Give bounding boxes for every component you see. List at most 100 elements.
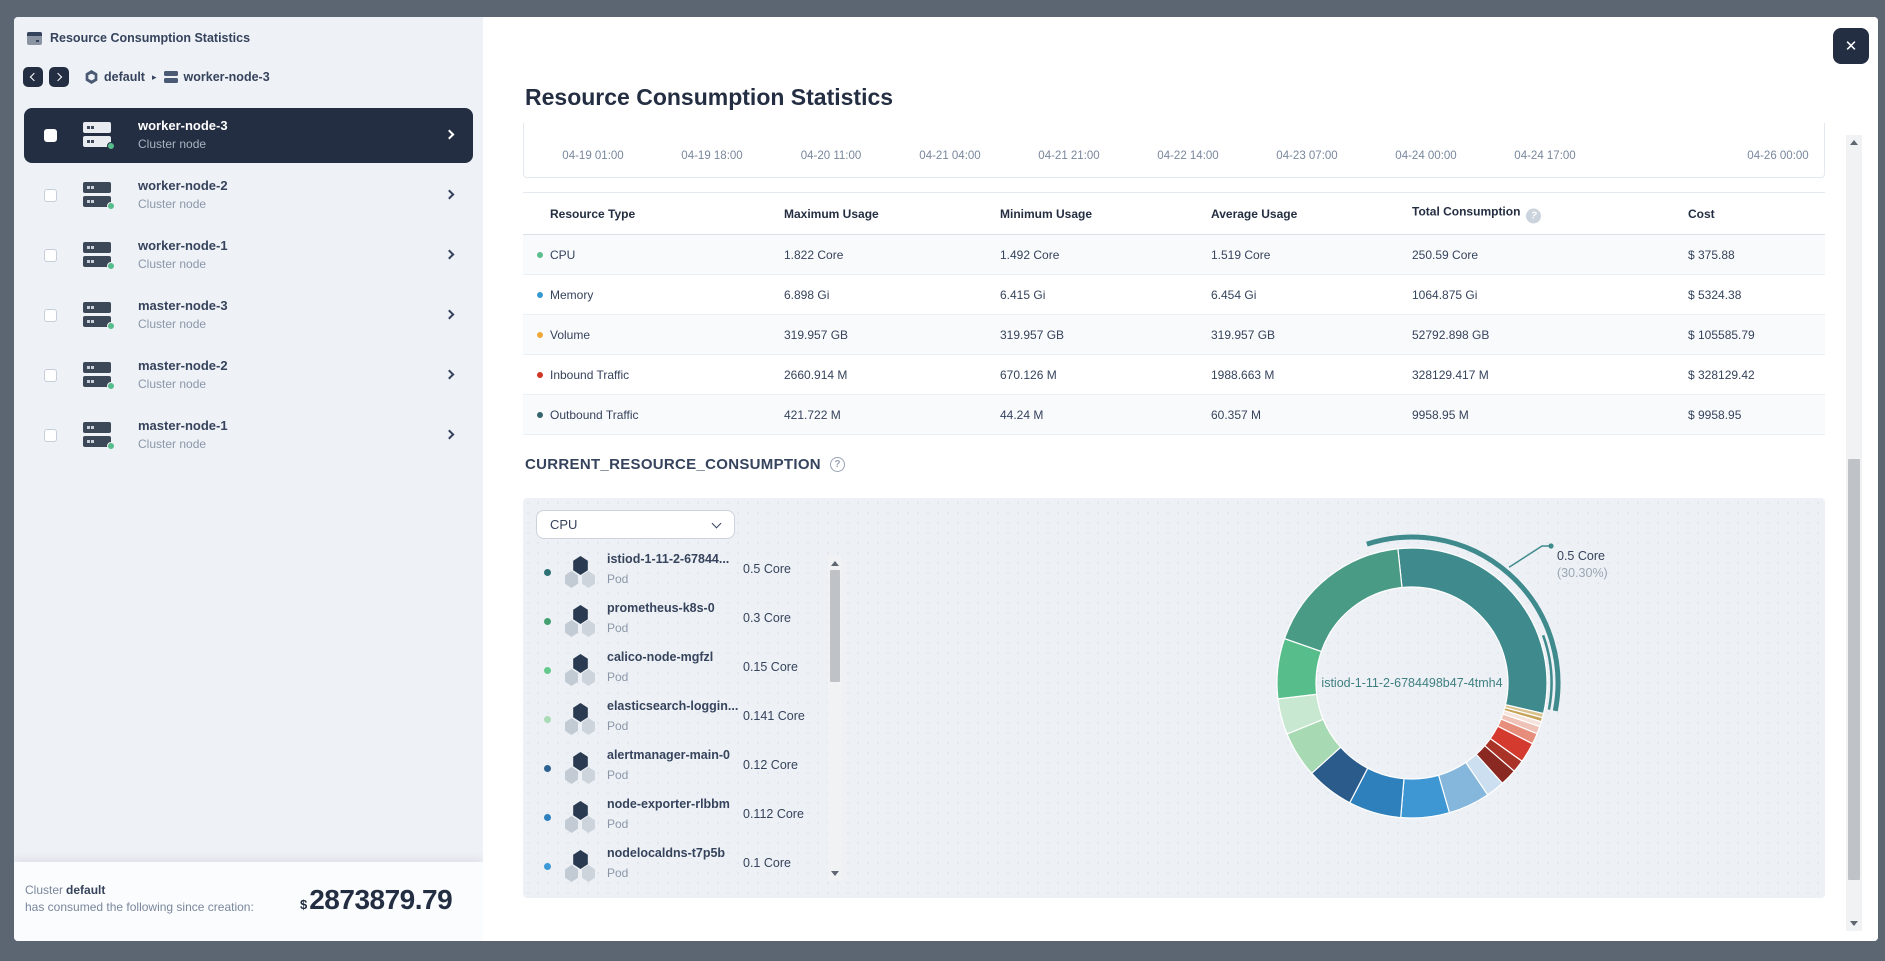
section-title-row: CURRENT_RESOURCE_CONSUMPTION ? [525, 456, 845, 473]
scroll-down-icon[interactable] [831, 871, 839, 876]
pod-icon [562, 850, 600, 883]
scroll-down-icon[interactable] [1850, 921, 1858, 926]
breadcrumb-separator-icon: ▸ [152, 72, 157, 83]
server-icon [80, 420, 116, 451]
status-dot [107, 202, 115, 210]
pod-icon [562, 654, 600, 687]
sidebar-title: Resource Consumption Statistics [50, 31, 250, 45]
pod-name: istiod-1-11-2-67844... [607, 552, 729, 566]
node-checkbox[interactable] [44, 309, 57, 322]
pod-list-scroll-thumb[interactable] [830, 570, 840, 682]
table-cell-max: 2660.914 M [784, 368, 847, 382]
table-cell-avg: 6.454 Gi [1211, 288, 1256, 302]
table-row: Inbound Traffic2660.914 M670.126 M1988.6… [523, 355, 1825, 395]
axis-tick-label: 04-20 11:00 [801, 150, 862, 162]
metric-select[interactable]: CPU [536, 510, 735, 539]
table-cell-min: 44.24 M [1000, 408, 1043, 422]
table-cell-max: 421.722 M [784, 408, 841, 422]
pod-item-nodelocaldns-t7p5b[interactable]: nodelocaldns-t7p5bPod0.1 Core [536, 842, 826, 891]
main-scroll-thumb[interactable] [1848, 459, 1860, 880]
node-type: Cluster node [138, 257, 206, 271]
node-type: Cluster node [138, 137, 206, 151]
donut-segment-17[interactable] [1285, 549, 1402, 652]
main-scrollbar[interactable] [1846, 135, 1862, 931]
back-button[interactable] [23, 67, 43, 87]
table-cell-min: 670.126 M [1000, 368, 1057, 382]
table-cell-type: CPU [550, 248, 575, 262]
cluster-name: default [66, 883, 105, 897]
forward-button[interactable] [49, 67, 69, 87]
table-header-row: Resource TypeMaximum UsageMinimum UsageA… [523, 193, 1825, 235]
pod-item-elasticsearch-loggin[interactable]: elasticsearch-loggin...Pod0.141 Core [536, 695, 826, 744]
close-icon: ✕ [1845, 37, 1858, 55]
chevron-down-icon [712, 519, 722, 529]
status-dot [107, 322, 115, 330]
node-checkbox[interactable] [44, 369, 57, 382]
status-dot [107, 142, 115, 150]
pod-icon [562, 556, 600, 589]
sidebar-footer: Clusterdefault has consumed the followin… [14, 862, 483, 941]
pod-item-istiod-1-11-2-67844[interactable]: istiod-1-11-2-67844...Pod0.5 Core [536, 548, 826, 597]
pod-item-alertmanager-main-0[interactable]: alertmanager-main-0Pod0.12 Core [536, 744, 826, 793]
server-icon [80, 360, 116, 391]
breadcrumb-node[interactable]: worker-node-3 [184, 70, 270, 84]
total-cost-value: 2873879.79 [309, 884, 452, 916]
table-row: CPU1.822 Core1.492 Core1.519 Core250.59 … [523, 235, 1825, 275]
table-cell-max: 6.898 Gi [784, 288, 829, 302]
pod-item-prometheus-k8s-0[interactable]: prometheus-k8s-0Pod0.3 Core [536, 597, 826, 646]
metric-select-value: CPU [550, 517, 577, 532]
column-header: Resource Type [550, 207, 635, 221]
node-name: master-node-3 [138, 298, 228, 313]
pod-item-calico-node-mgfzl[interactable]: calico-node-mgfzlPod0.15 Core [536, 646, 826, 695]
pod-name: nodelocaldns-t7p5b [607, 846, 725, 860]
scroll-up-icon[interactable] [1850, 140, 1858, 145]
pod-name: node-exporter-rlbbm [607, 797, 730, 811]
server-icon [80, 240, 116, 271]
close-button[interactable]: ✕ [1833, 28, 1869, 64]
help-icon[interactable]: ? [1526, 208, 1541, 223]
chevron-right-icon [445, 130, 455, 140]
node-type: Cluster node [138, 317, 206, 331]
column-header: Cost [1688, 207, 1715, 221]
sidebar-item-master-node-3[interactable]: master-node-3 Cluster node [24, 288, 473, 343]
pod-usage-value: 0.112 Core [743, 807, 804, 821]
pod-kind: Pod [607, 768, 628, 782]
section-title: CURRENT_RESOURCE_CONSUMPTION [525, 456, 821, 473]
sidebar-item-master-node-2[interactable]: master-node-2Cluster node [24, 348, 473, 403]
node-type: Cluster node [138, 197, 206, 211]
resource-color-dot [537, 412, 543, 418]
pod-name: calico-node-mgfzl [607, 650, 713, 664]
axis-tick-label: 04-21 04:00 [919, 150, 980, 162]
table-cell-max: 1.822 Core [784, 248, 843, 262]
axis-tick-label: 04-23 07:00 [1276, 150, 1337, 162]
sidebar-item-master-node-1[interactable]: master-node-1Cluster node [24, 408, 473, 463]
sidebar-item-worker-node-1[interactable]: worker-node-1Cluster node [24, 228, 473, 283]
table-cell-total: 1064.875 Gi [1412, 288, 1477, 302]
pod-name: elasticsearch-loggin... [607, 699, 738, 713]
sidebar-item-worker-node-2[interactable]: worker-node-2 Cluster node [24, 168, 473, 223]
donut-callout-line [1509, 546, 1550, 567]
node-checkbox[interactable] [44, 189, 57, 202]
pod-color-dot [544, 765, 551, 772]
pod-kind: Pod [607, 572, 628, 586]
sidebar-item-worker-node-3[interactable]: worker-node-3Cluster node [24, 108, 473, 163]
scroll-up-icon[interactable] [831, 561, 839, 566]
table-cell-cost: $ 375.88 [1688, 248, 1735, 262]
breadcrumb-project[interactable]: default [104, 70, 145, 84]
table-cell-total: 250.59 Core [1412, 248, 1478, 262]
node-checkbox[interactable] [44, 129, 57, 142]
pod-kind: Pod [607, 621, 628, 635]
node-checkbox[interactable] [44, 429, 57, 442]
pod-list-scrollbar[interactable] [828, 556, 842, 881]
cluster-label: Clusterdefault [25, 883, 105, 897]
help-icon[interactable]: ? [830, 457, 845, 472]
resource-color-dot [537, 292, 543, 298]
consumed-caption: has consumed the following since creatio… [25, 900, 254, 914]
node-name: worker-node-2 [138, 178, 228, 193]
table-cell-avg: 319.957 GB [1211, 328, 1275, 342]
table-cell-cost: $ 9958.95 [1688, 408, 1741, 422]
pod-item-node-exporter-rlbbm[interactable]: node-exporter-rlbbmPod0.112 Core [536, 793, 826, 842]
node-checkbox[interactable] [44, 249, 57, 262]
pod-name: alertmanager-main-0 [607, 748, 730, 762]
table-row: Memory6.898 Gi6.415 Gi6.454 Gi1064.875 G… [523, 275, 1825, 315]
